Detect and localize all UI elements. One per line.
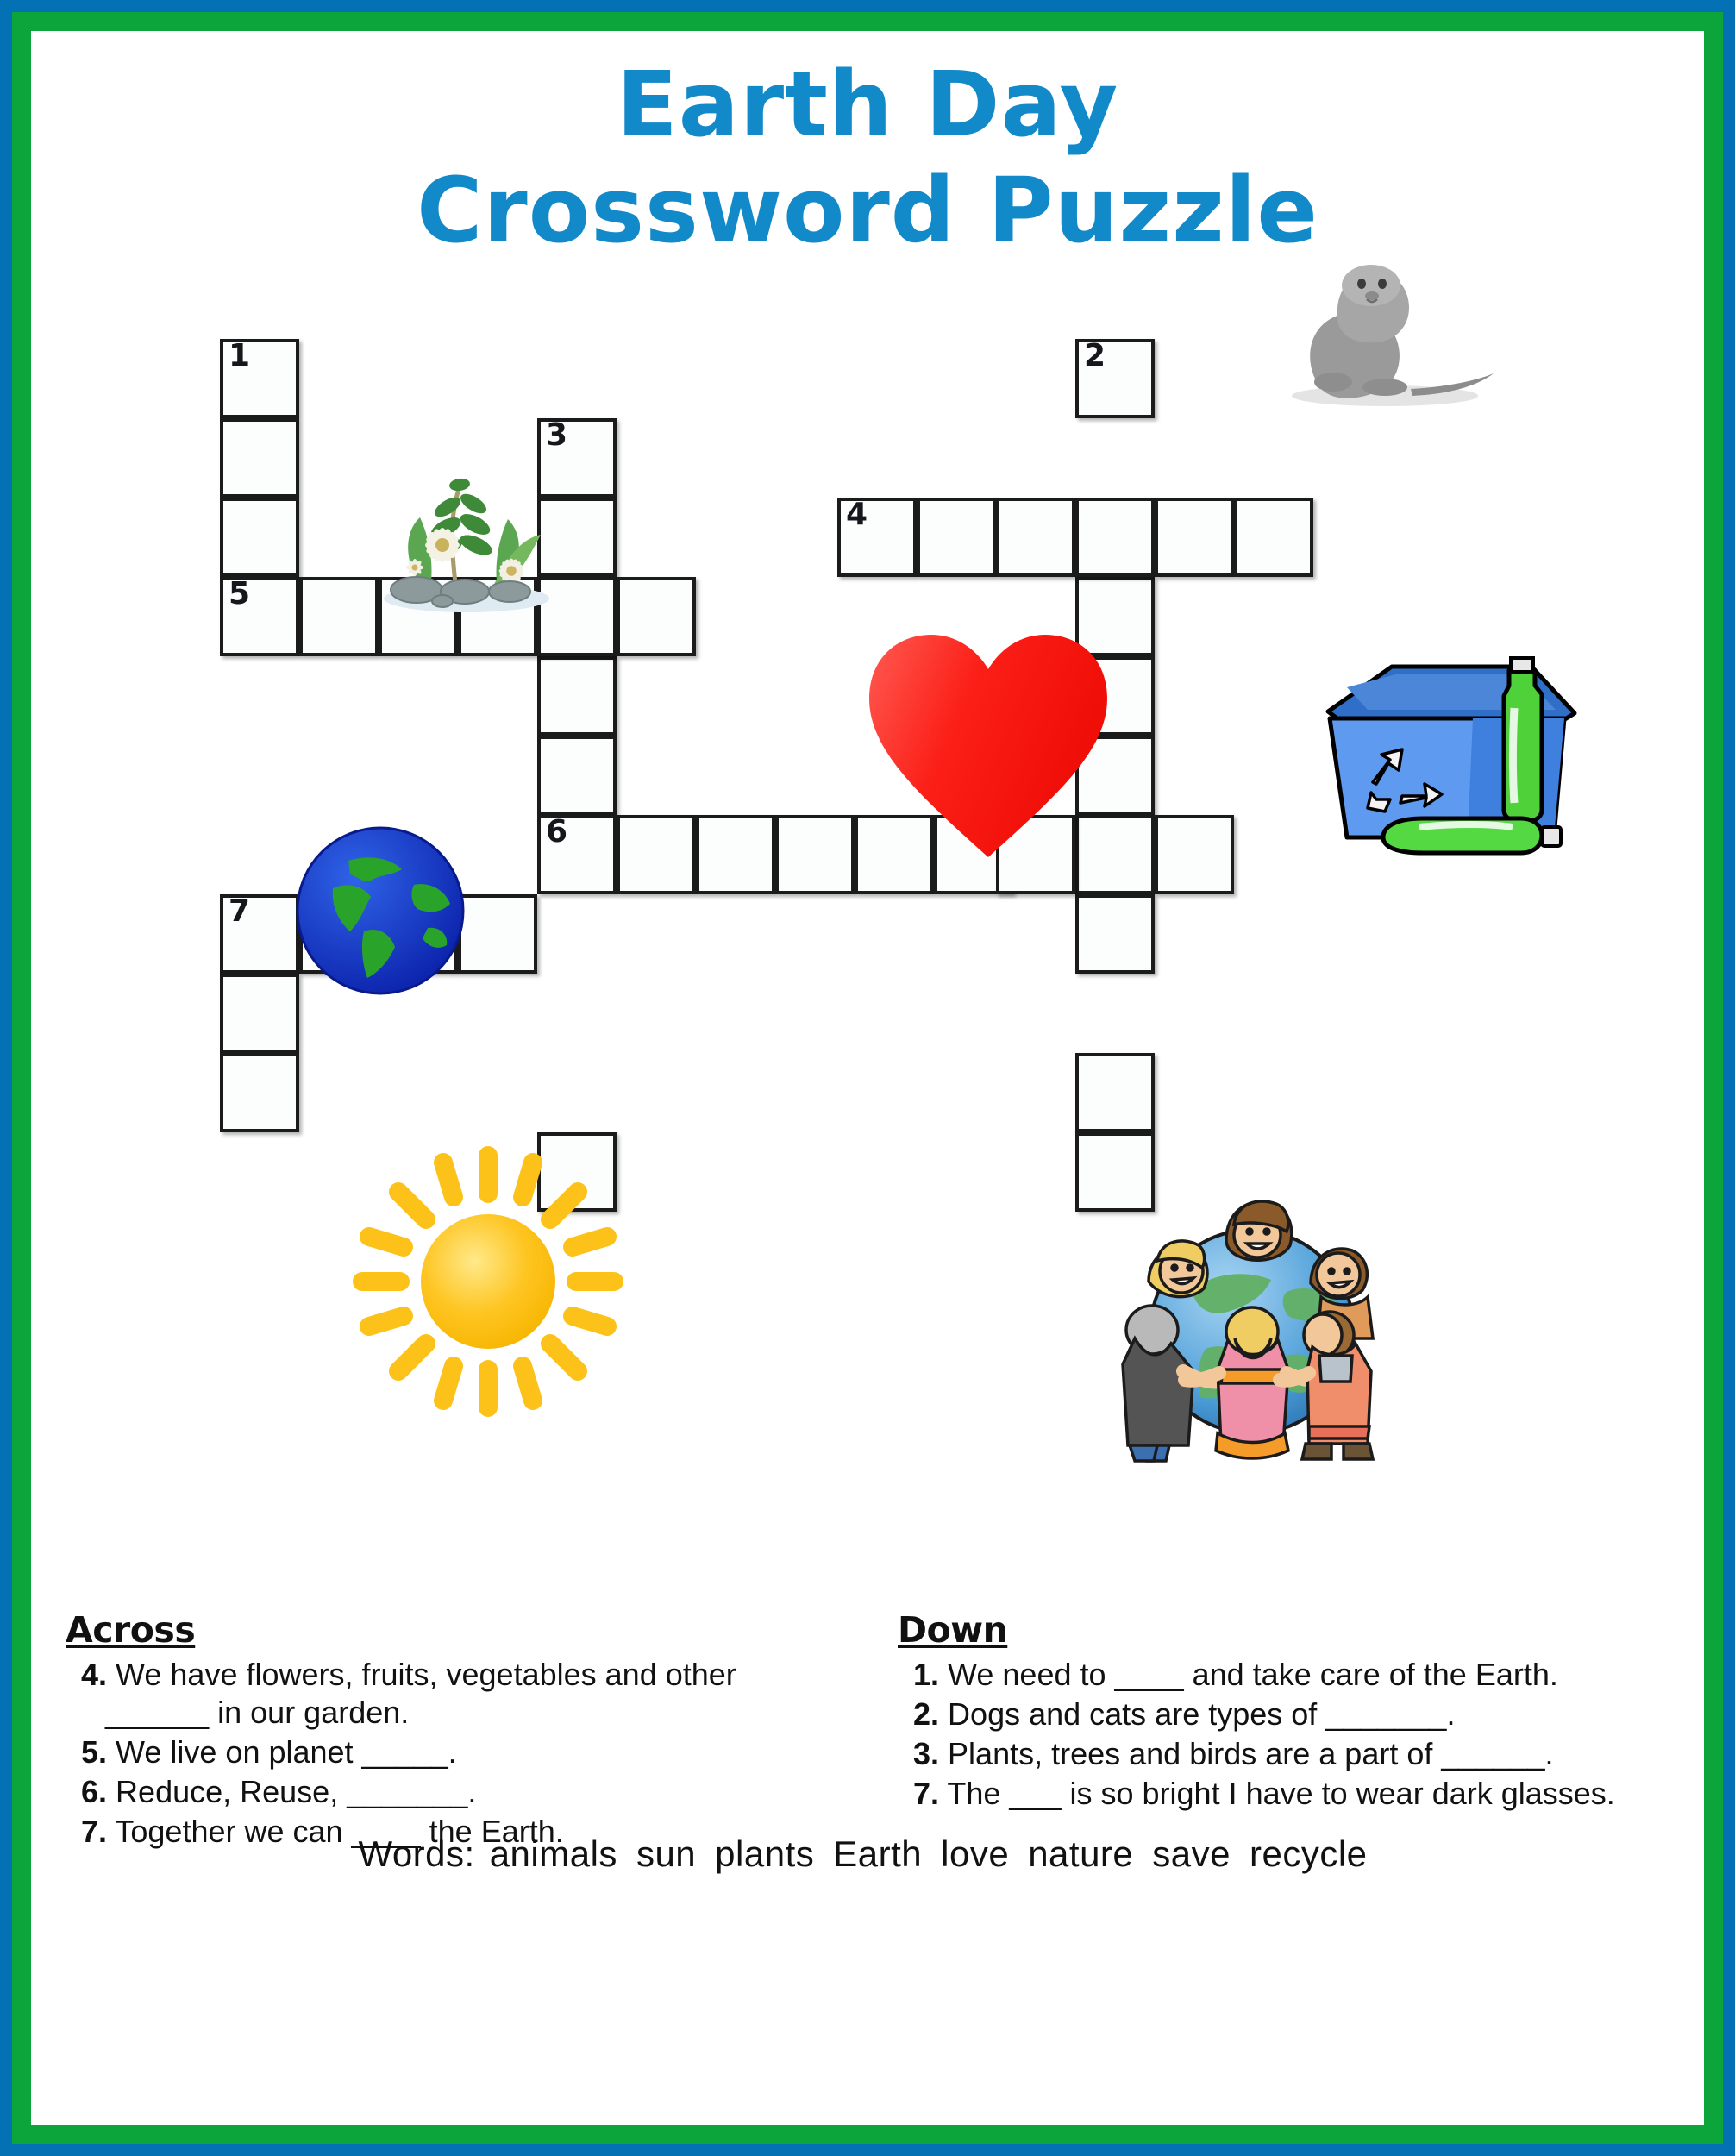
clue-item: 4. We have flowers, fruits, vegetables a… <box>66 1656 816 1732</box>
grid-cell[interactable] <box>220 498 299 577</box>
clue-item: 2. Dogs and cats are types of _______. <box>898 1695 1674 1733</box>
grid-cell[interactable] <box>220 1053 299 1132</box>
grid-cell[interactable] <box>696 815 775 894</box>
across-clue-list: 4. We have flowers, fruits, vegetables a… <box>66 1656 816 1851</box>
grid-cell[interactable]: 2 <box>1075 339 1155 418</box>
grid-cell[interactable] <box>617 577 696 656</box>
earth-globe-clipart <box>296 826 465 995</box>
clue-item: 6. Reduce, Reuse, _______. <box>66 1773 816 1811</box>
worksheet-page: Earth Day Crossword Puzzle 1 2 3 4 5 6 7… <box>0 0 1735 2156</box>
grid-cell[interactable] <box>1155 815 1234 894</box>
clue-number: 5. <box>81 1733 108 1770</box>
clue-text: Dogs and cats are types of _______. <box>948 1695 1456 1732</box>
down-clue-list: 1. We need to ____ and take care of the … <box>898 1656 1674 1813</box>
clue-text: Plants, trees and birds are a part of __… <box>948 1735 1554 1771</box>
clue-number: 1. <box>913 1657 940 1692</box>
grid-cell[interactable] <box>1234 498 1313 577</box>
clue-number: 4. <box>81 1657 108 1692</box>
grid-cell[interactable]: 6 <box>537 815 617 894</box>
down-heading: Down <box>898 1609 1008 1651</box>
grid-cell[interactable] <box>1155 498 1234 577</box>
across-heading: Across <box>66 1609 196 1651</box>
down-clues-column: Down 1. We need to ____ and take care of… <box>898 1609 1674 1814</box>
clue-text: We have flowers, fruits, vegetables and … <box>105 1657 745 1730</box>
word-bank-word: love <box>941 1833 1010 1874</box>
grid-cell[interactable]: 4 <box>837 498 917 577</box>
seal-clipart <box>1292 265 1494 406</box>
clue-number: 6. <box>81 1773 108 1809</box>
worksheet-sheet: Earth Day Crossword Puzzle 1 2 3 4 5 6 7… <box>31 31 1704 2125</box>
clue-text: We need to ____ and take care of the Ear… <box>948 1657 1558 1692</box>
grid-cell[interactable] <box>537 656 617 736</box>
word-bank: Words: animals sun plants Earth love nature sav… <box>31 1833 1704 1875</box>
word-bank-word: animals <box>489 1833 617 1874</box>
grid-number-4: 4 <box>846 497 868 532</box>
grid-cell[interactable] <box>1075 1053 1155 1132</box>
grid-cell[interactable] <box>1075 894 1155 974</box>
word-bank-word: recycle <box>1250 1833 1368 1874</box>
clue-item: 7. The ___ is so bright I have to wear d… <box>898 1775 1674 1813</box>
word-bank-word: nature <box>1028 1833 1134 1874</box>
grid-cell[interactable] <box>1075 498 1155 577</box>
clue-number: 3. <box>913 1735 940 1771</box>
grid-number-7: 7 <box>229 893 251 929</box>
sun-clipart <box>353 1146 623 1417</box>
grid-cell[interactable]: 5 <box>220 577 299 656</box>
clue-item: 1. We need to ____ and take care of the … <box>898 1656 1674 1694</box>
word-bank-word: sun <box>636 1833 697 1874</box>
clue-item: 5. We live on planet _____. <box>66 1733 816 1771</box>
grid-number-2: 2 <box>1084 338 1106 373</box>
clue-number: 7. <box>913 1775 940 1811</box>
grid-cell[interactable]: 1 <box>220 339 299 418</box>
grid-number-1: 1 <box>229 338 251 373</box>
clue-number: 2. <box>913 1695 940 1732</box>
grid-cell[interactable] <box>996 498 1075 577</box>
clue-text: Reduce, Reuse, _______. <box>116 1773 477 1809</box>
heart-clipart <box>869 635 1107 857</box>
across-clues-column: Across 4. We have flowers, fruits, veget… <box>66 1609 816 1852</box>
clue-item: 3. Plants, trees and birds are a part of… <box>898 1735 1674 1773</box>
word-bank-word: plants <box>715 1833 815 1874</box>
recycle-bin-clipart <box>1325 656 1577 856</box>
clue-text: We live on planet _____. <box>116 1733 457 1770</box>
grid-cell[interactable] <box>617 815 696 894</box>
word-bank-label: Words: <box>358 1833 475 1874</box>
plants-clipart <box>384 478 549 612</box>
clue-text: The ___ is so bright I have to wear dark… <box>947 1775 1615 1811</box>
grid-cell[interactable] <box>537 736 617 815</box>
grid-number-5: 5 <box>229 576 251 611</box>
grid-cell[interactable] <box>775 815 855 894</box>
word-bank-word: Earth <box>833 1833 923 1874</box>
grid-number-6: 6 <box>546 814 568 849</box>
grid-cell[interactable] <box>220 418 299 498</box>
grid-cell[interactable] <box>917 498 996 577</box>
people-globe-clipart <box>1121 1200 1375 1463</box>
word-bank-word: save <box>1152 1833 1231 1874</box>
